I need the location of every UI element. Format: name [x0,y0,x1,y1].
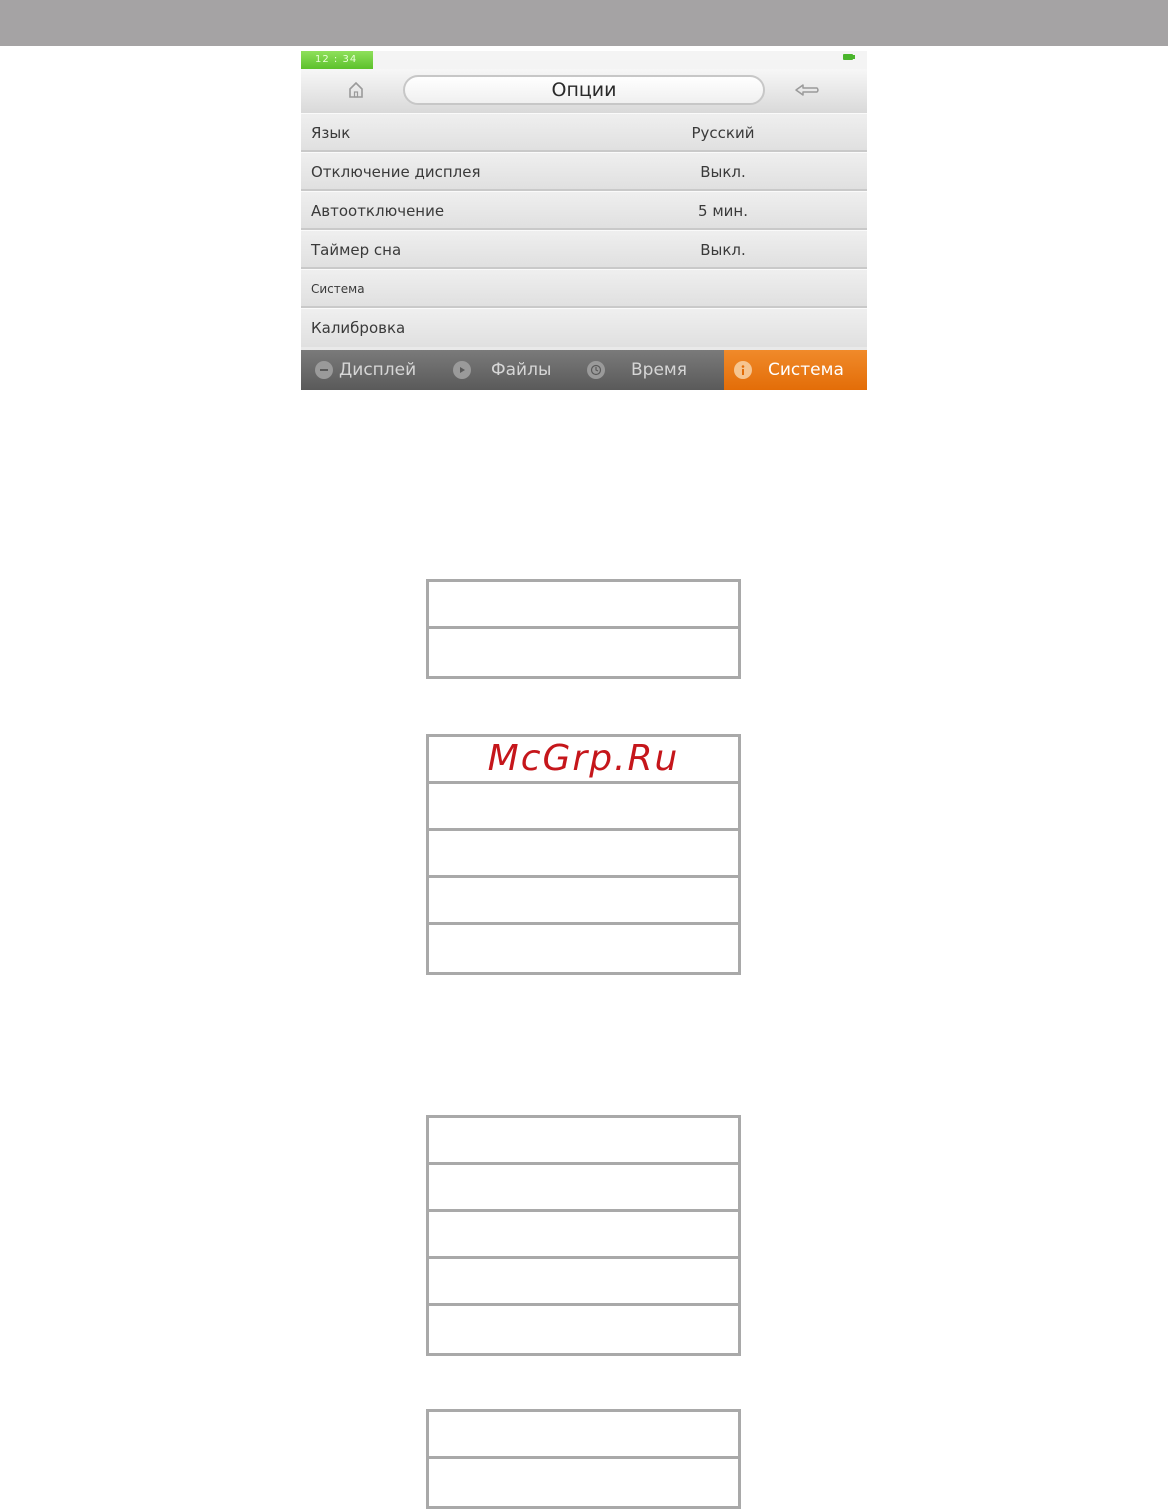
table-row [429,1165,738,1212]
tab-display[interactable]: Дисплей [301,350,441,390]
clock-icon [587,361,605,379]
back-arrow-icon [795,84,819,96]
table-row [429,1259,738,1306]
tab-system[interactable]: Система [724,350,867,390]
page-title: Опции [403,75,765,105]
status-bar: 12 : 34 [301,51,867,69]
tab-time[interactable]: Время [585,350,724,390]
empty-table-1 [426,579,741,679]
setting-label: Система [311,282,365,296]
table-row [429,784,738,831]
table-row [429,925,738,972]
table-row: McGrp.Ru [429,737,738,784]
table-row [429,1306,738,1353]
empty-table-4 [426,1409,741,1509]
info-icon [734,361,752,379]
empty-table-2: McGrp.Ru [426,734,741,975]
watermark: McGrp.Ru [487,738,680,779]
table-row [429,831,738,878]
table-row [429,629,738,676]
setting-system[interactable]: Система [301,269,867,308]
settings-list: Язык Русский Отключение дисплея Выкл. Ав… [301,113,867,347]
setting-sleep-timer[interactable]: Таймер сна Выкл. [301,230,867,269]
setting-value: Выкл. [700,163,746,181]
setting-language[interactable]: Язык Русский [301,113,867,152]
setting-display-off[interactable]: Отключение дисплея Выкл. [301,152,867,191]
home-button[interactable] [341,77,371,103]
setting-label: Автоотключение [311,202,445,220]
tab-label: Дисплей [339,360,417,380]
table-row [429,1459,738,1506]
back-button[interactable] [791,77,823,103]
home-icon [349,81,363,98]
setting-label: Таймер сна [311,241,402,259]
clock: 12 : 34 [301,51,373,69]
play-circle-icon [453,361,471,379]
tab-bar: Дисплей Файлы Время Система [301,350,867,390]
setting-calibration[interactable]: Калибровка [301,308,867,347]
empty-table-3 [426,1115,741,1356]
setting-value: 5 мин. [698,202,748,220]
table-row [429,1212,738,1259]
header: Опции [301,69,867,114]
table-row [429,582,738,629]
tab-files[interactable]: Файлы [441,350,585,390]
tab-label: Файлы [491,360,552,380]
setting-value: Выкл. [700,241,746,259]
tab-label: Время [631,360,687,380]
table-row [429,878,738,925]
table-row [429,1412,738,1459]
minus-circle-icon [315,361,333,379]
setting-value: Русский [691,124,755,142]
setting-label: Калибровка [311,319,406,337]
setting-auto-off[interactable]: Автоотключение 5 мин. [301,191,867,230]
top-bar [0,0,1168,46]
battery-icon [843,54,855,60]
table-row [429,1118,738,1165]
device-screen: 12 : 34 Опции Язык Русский Отключение ди… [301,51,867,390]
setting-label: Язык [311,124,351,142]
tab-label: Система [768,360,844,380]
setting-label: Отключение дисплея [311,163,481,181]
